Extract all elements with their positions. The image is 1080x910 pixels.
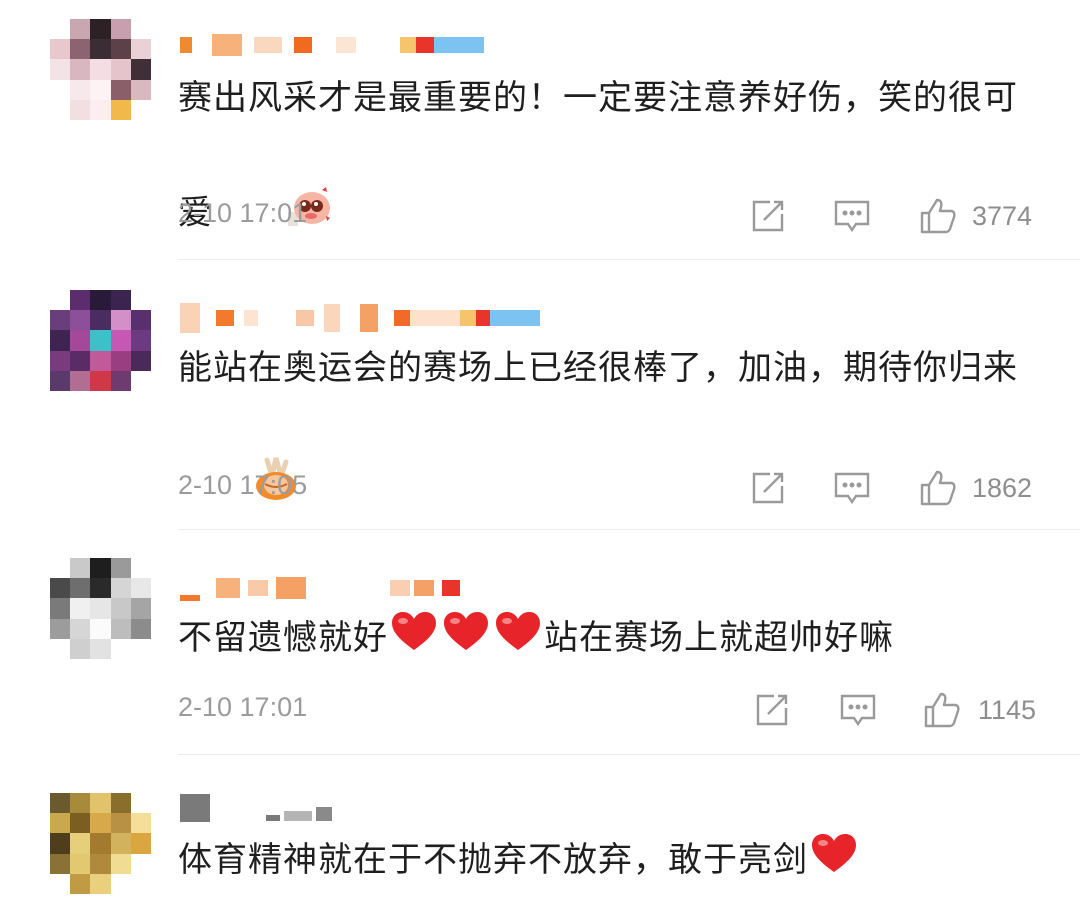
comment-icon[interactable] [838, 690, 878, 730]
username-blurred[interactable] [180, 575, 460, 601]
red-heart-emoji [810, 832, 858, 891]
like-count: 3774 [972, 201, 1033, 231]
avatar[interactable] [50, 290, 151, 391]
comment-time: 2-10 17:01 [178, 692, 308, 722]
comment-item: 不留遗憾就好 站在赛场上就超帅好嘛 2-10 17:01 1145 [0, 530, 1080, 755]
like-count: 1145 [978, 695, 1037, 725]
red-heart-emoji [442, 610, 490, 669]
share-icon[interactable] [748, 196, 788, 236]
comment-icon[interactable] [832, 196, 872, 236]
comment-item: 赛出风采才是最重要的！一定要注意养好伤，笑的很可爱 2-10 17:01 377… [0, 0, 1080, 260]
username-blurred[interactable] [180, 303, 540, 333]
share-icon[interactable] [752, 690, 792, 730]
avatar[interactable] [50, 19, 151, 120]
username-blurred[interactable] [180, 32, 484, 58]
comment-time: 2-10 17:01 [178, 198, 308, 228]
comment-icon[interactable] [832, 468, 872, 508]
share-icon[interactable] [748, 468, 788, 508]
red-heart-emoji [390, 610, 438, 669]
thumbs-up-icon[interactable] [918, 468, 958, 508]
thumbs-up-icon[interactable] [922, 690, 962, 730]
thumbs-up-icon[interactable] [918, 196, 958, 236]
avatar[interactable] [50, 793, 151, 894]
comment-text: 不留遗憾就好 站在赛场上就超帅好嘛 [178, 610, 1038, 669]
red-heart-emoji [494, 610, 542, 669]
like-count: 1862 [972, 473, 1033, 503]
comment-time: 2-10 17:05 [178, 470, 308, 500]
comment-text: 体育精神就在于不抛弃不放弃，敢于亮剑 [178, 832, 1038, 891]
comment-item: 体育精神就在于不抛弃不放弃，敢于亮剑 [0, 755, 1080, 910]
comment-item: 能站在奥运会的赛场上已经很棒了，加油，期待你归来 2-10 17:05 1862 [0, 260, 1080, 530]
username-blurred[interactable] [180, 794, 332, 822]
avatar[interactable] [50, 558, 151, 659]
